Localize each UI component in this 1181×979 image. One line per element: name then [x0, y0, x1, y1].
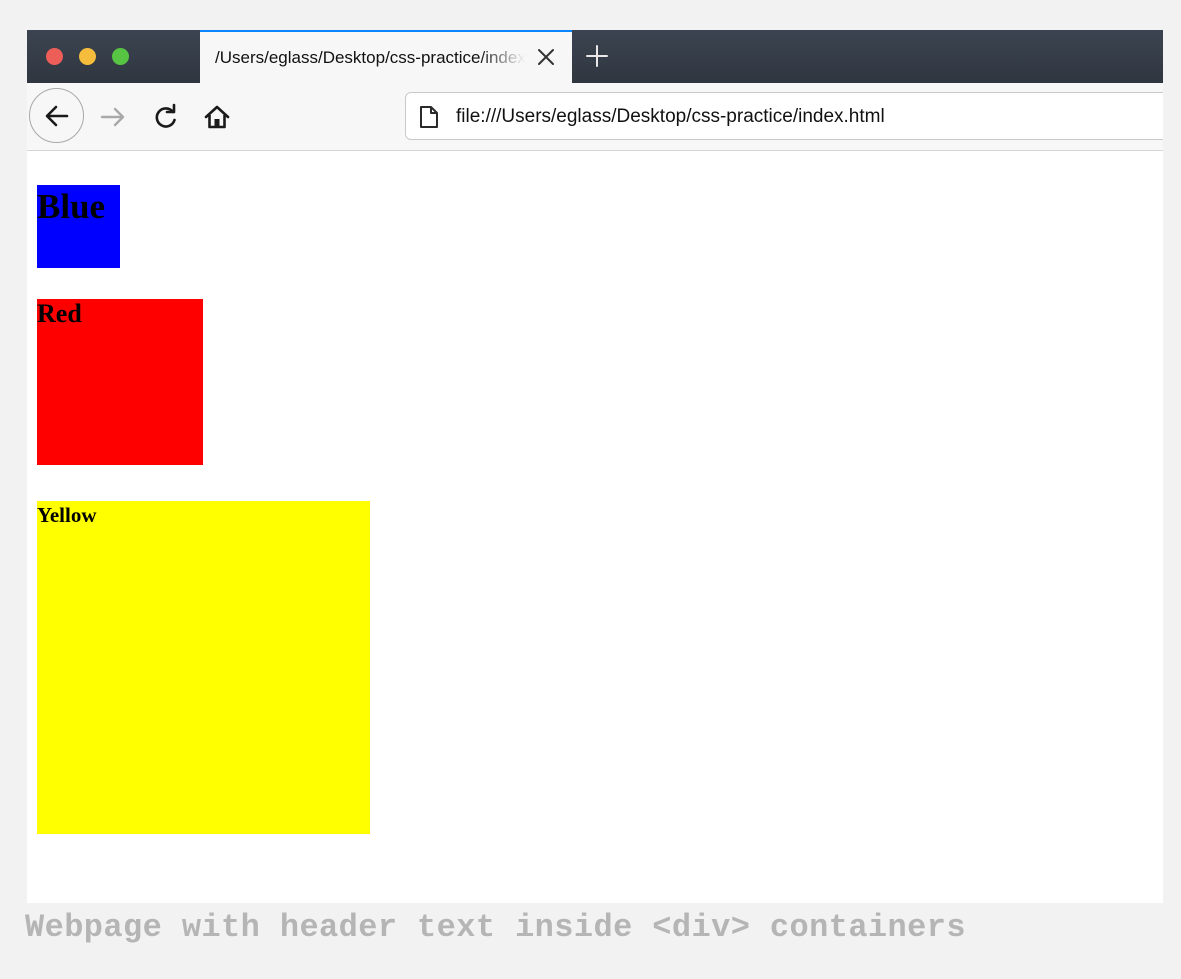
- back-button[interactable]: [29, 88, 84, 143]
- window-maximize-button[interactable]: [112, 48, 129, 65]
- red-box: Red: [37, 299, 203, 465]
- yellow-box: Yellow: [37, 501, 370, 834]
- back-arrow-icon: [45, 105, 69, 127]
- red-heading: Red: [37, 299, 82, 328]
- forward-arrow-icon[interactable]: [100, 105, 126, 134]
- reload-icon[interactable]: [152, 103, 180, 136]
- url-bar[interactable]: file:///Users/eglass/Desktop/css-practic…: [405, 92, 1163, 140]
- close-icon[interactable]: [533, 44, 559, 70]
- tab-title: /Users/eglass/Desktop/css-practice/index…: [215, 48, 525, 67]
- home-icon[interactable]: [203, 103, 231, 136]
- browser-window: /Users/eglass/Desktop/css-practice/index…: [27, 30, 1163, 903]
- window-close-button[interactable]: [46, 48, 63, 65]
- page-icon: [418, 105, 440, 134]
- active-tab[interactable]: /Users/eglass/Desktop/css-practice/index…: [200, 30, 572, 83]
- plus-icon[interactable]: [583, 42, 611, 70]
- url-text: file:///Users/eglass/Desktop/css-practic…: [456, 106, 885, 127]
- figure-caption: Webpage with header text inside <div> co…: [25, 909, 966, 946]
- blue-heading: Blue: [37, 187, 106, 226]
- navigation-toolbar: file:///Users/eglass/Desktop/css-practic…: [27, 83, 1163, 151]
- window-minimize-button[interactable]: [79, 48, 96, 65]
- tab-bar: /Users/eglass/Desktop/css-practice/index…: [27, 30, 1163, 83]
- page-content: Blue Red Yellow: [27, 151, 1163, 903]
- yellow-heading: Yellow: [37, 503, 97, 527]
- blue-box: Blue: [37, 185, 120, 268]
